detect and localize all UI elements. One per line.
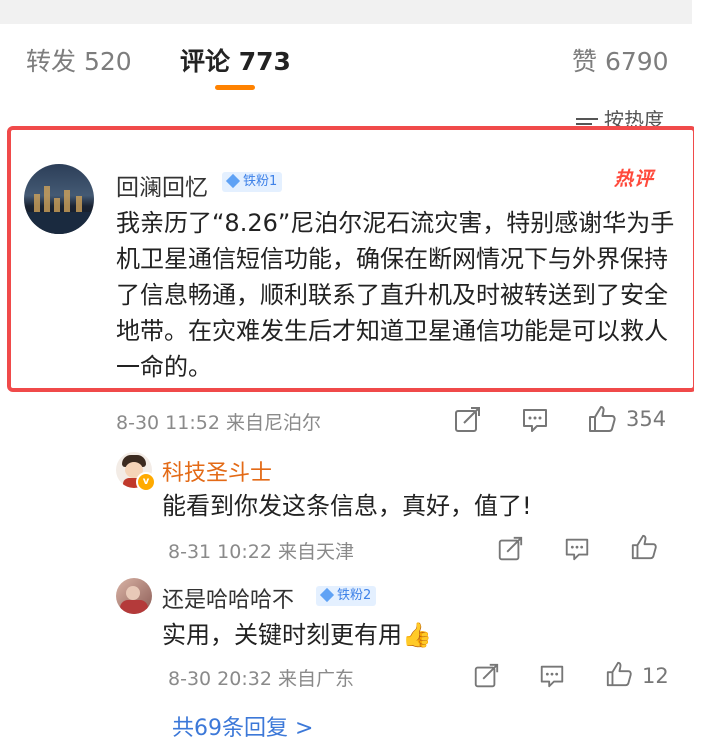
top-strip [0,0,692,24]
sort-label: 按热度 [604,108,664,126]
reply-button[interactable] [520,405,550,435]
comment-icon [540,665,564,688]
active-tab-indicator [215,85,255,90]
reply-text: 能看到你发这条信息，真好，值了! [162,492,532,520]
comment-tabs: 转发 520 评论 773 赞 6790 [0,30,714,94]
reply-meta: 8-31 10:22 来自天津 [168,541,354,563]
diamond-icon [319,587,335,602]
reply-username[interactable]: 科技圣斗士 [162,455,272,487]
reply-button[interactable] [563,535,593,565]
comment-meta: 8-30 11:52 来自尼泊尔 [116,412,321,434]
reply-avatar[interactable] [116,578,152,614]
verified-badge: v [136,472,156,492]
like-count: 12 [642,664,669,688]
share-icon [455,407,480,432]
like-button[interactable] [630,533,660,563]
reply-text: 实用，关键时刻更有用👍 [162,621,432,649]
comment-icon [565,538,589,561]
comment-icon [523,409,547,432]
like-button[interactable] [587,404,617,434]
thumbs-up-icon [606,661,632,687]
sort-button[interactable]: 按热度 [576,104,664,126]
reply-meta: 8-30 20:32 来自广东 [168,668,354,690]
tab-likes[interactable]: 赞 6790 [572,42,669,78]
like-button[interactable] [605,660,635,690]
reply-username[interactable]: 还是哈哈哈不 [162,582,294,614]
fan-badge[interactable]: 铁粉2 [316,586,377,606]
scrollbar[interactable] [694,0,708,744]
reply-button[interactable] [538,662,568,692]
share-button[interactable] [496,535,526,565]
share-button[interactable] [472,662,502,692]
share-button[interactable] [452,405,482,435]
share-icon [498,536,523,561]
like-count: 354 [626,407,667,431]
tab-comments[interactable]: 评论 773 [180,42,291,78]
more-replies-link[interactable]: 共69条回复 > [172,710,313,742]
highlight-box [7,126,697,392]
thumbs-up-icon [589,406,616,432]
thumbs-up-icon [631,534,657,560]
tab-reposts[interactable]: 转发 520 [26,42,132,78]
sort-icon [576,115,598,127]
share-icon [474,663,499,688]
